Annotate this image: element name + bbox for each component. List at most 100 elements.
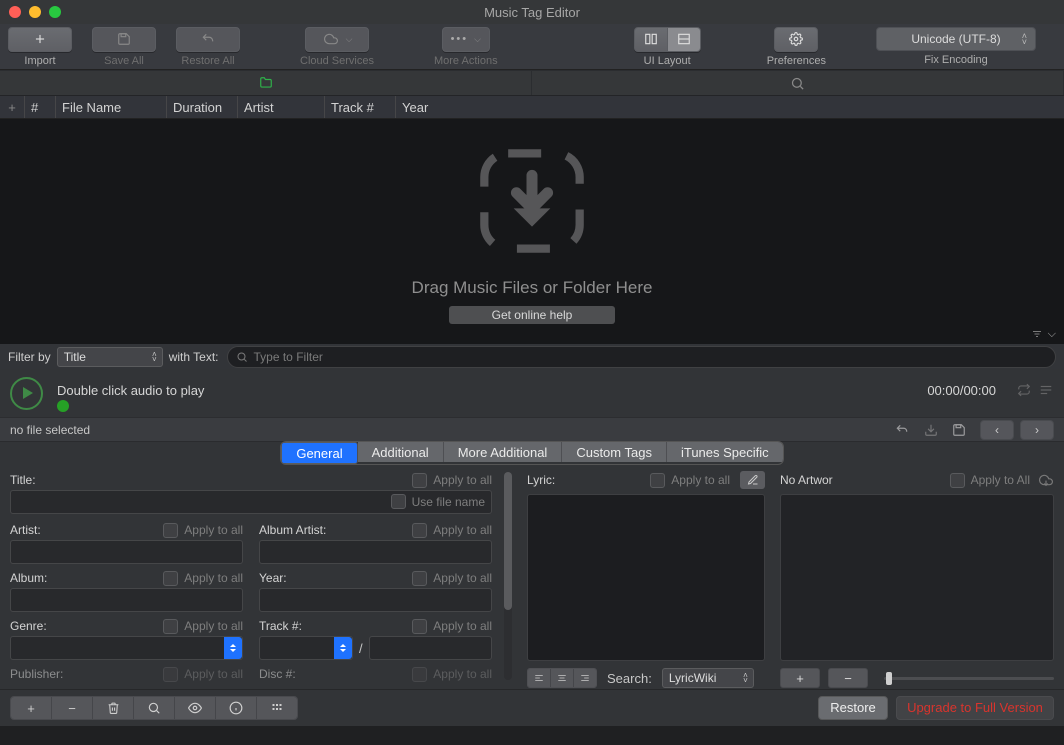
tab-general[interactable]: General <box>281 442 357 464</box>
year-apply-all-checkbox[interactable] <box>412 571 427 586</box>
magnify-button[interactable] <box>134 697 175 719</box>
disc-label: Disc #: <box>259 667 296 681</box>
general-form: Title: Apply to all Use file name Artist… <box>10 470 512 689</box>
filter-icon[interactable] <box>1030 328 1044 341</box>
chevron-updown-icon: ˄˅ <box>1022 33 1027 45</box>
player: Double click audio to play 00:00/00:00 <box>0 369 1064 417</box>
col-num[interactable]: # <box>25 96 56 118</box>
align-center-button[interactable] <box>551 669 574 687</box>
trash-button[interactable] <box>93 697 134 719</box>
track-number-combo-button[interactable] <box>334 637 352 659</box>
filter-bar: Filter by Title ˄˅ with Text: Type to Fi… <box>0 344 1064 369</box>
artwork-drop-zone[interactable] <box>780 494 1054 661</box>
preferences-button[interactable] <box>774 27 818 52</box>
track-apply-all-checkbox[interactable] <box>412 619 427 634</box>
album-input[interactable] <box>10 588 243 612</box>
get-online-help-button[interactable]: Get online help <box>449 306 615 324</box>
year-label: Year: <box>259 571 287 585</box>
lyric-label: Lyric: <box>527 473 555 487</box>
preferences-label: Preferences <box>767 55 826 67</box>
grid-button[interactable] <box>257 697 297 719</box>
use-file-name-checkbox[interactable] <box>391 494 406 509</box>
title-label: Title: <box>10 473 36 487</box>
col-artist[interactable]: Artist <box>238 96 325 118</box>
tab-itunes-specific[interactable]: iTunes Specific <box>667 442 783 462</box>
album-artist-apply-all-checkbox[interactable] <box>412 523 427 538</box>
reveal-button[interactable] <box>175 697 216 719</box>
play-button[interactable] <box>10 377 43 410</box>
download-icon <box>477 146 587 256</box>
track-total-input[interactable] <box>369 636 492 660</box>
lyric-edit-button[interactable] <box>740 471 765 489</box>
playlist-icon[interactable] <box>1038 383 1054 397</box>
year-input[interactable] <box>259 588 492 612</box>
tab-additional[interactable]: Additional <box>358 442 444 462</box>
form-scrollbar[interactable] <box>504 472 512 680</box>
slider-knob[interactable] <box>886 672 892 685</box>
col-duration[interactable]: Duration <box>167 96 238 118</box>
layout-columns-button[interactable] <box>634 27 668 52</box>
title-input[interactable]: Use file name <box>10 490 492 514</box>
artist-input[interactable] <box>10 540 243 564</box>
column-headers: + # File Name Duration Artist Track # Ye… <box>0 96 1064 119</box>
col-track[interactable]: Track # <box>325 96 396 118</box>
album-apply-all-checkbox[interactable] <box>163 571 178 586</box>
align-left-button[interactable] <box>528 669 551 687</box>
align-right-button[interactable] <box>574 669 596 687</box>
remove-file-button[interactable]: − <box>52 697 93 719</box>
prev-button[interactable]: ‹ <box>980 420 1014 440</box>
filter-field-select[interactable]: Title ˄˅ <box>57 347 163 367</box>
genre-apply-all-checkbox[interactable] <box>163 619 178 634</box>
info-button[interactable] <box>216 697 257 719</box>
genre-combo[interactable] <box>10 636 243 660</box>
save-item-icon[interactable] <box>952 423 966 437</box>
track-number-combo[interactable] <box>259 636 353 660</box>
restore-button[interactable]: Restore <box>818 696 888 720</box>
undo-icon[interactable] <box>894 423 910 437</box>
player-track-knob[interactable] <box>57 400 69 412</box>
bottom-left-segment: + − <box>10 696 298 720</box>
folder-tab-button[interactable] <box>0 71 532 95</box>
col-year[interactable]: Year <box>396 96 1064 118</box>
artwork-apply-all-checkbox[interactable] <box>950 473 965 488</box>
import-button[interactable] <box>8 27 72 52</box>
add-column-button[interactable]: + <box>0 96 25 118</box>
next-button[interactable]: › <box>1020 420 1054 440</box>
genre-combo-button[interactable] <box>224 637 242 659</box>
upgrade-button[interactable]: Upgrade to Full Version <box>896 696 1054 720</box>
artwork-zoom-slider[interactable] <box>884 677 1054 680</box>
disc-apply-all-checkbox[interactable] <box>412 667 427 682</box>
cloud-download-icon[interactable] <box>1038 473 1054 487</box>
scrollbar-thumb[interactable] <box>504 472 512 610</box>
repeat-icon[interactable] <box>1016 383 1032 397</box>
publisher-apply-all-checkbox[interactable] <box>163 667 178 682</box>
title-apply-all-checkbox[interactable] <box>412 473 427 488</box>
save-all-button[interactable] <box>92 27 156 52</box>
player-hint: Double click audio to play <box>57 383 204 398</box>
cloud-services-button[interactable]: ⌵ <box>305 27 369 52</box>
filter-input[interactable]: Type to Filter <box>227 346 1057 368</box>
tab-more-additional[interactable]: More Additional <box>444 442 563 462</box>
add-file-button[interactable]: + <box>11 697 52 719</box>
artwork-add-button[interactable]: + <box>780 668 820 688</box>
layout-split-button[interactable] <box>668 27 701 52</box>
album-artist-input[interactable] <box>259 540 492 564</box>
tab-custom-tags[interactable]: Custom Tags <box>562 442 667 462</box>
lyric-apply-all-label: Apply to all <box>671 473 730 487</box>
restore-all-button[interactable] <box>176 27 240 52</box>
chevron-down-icon[interactable]: ⌵ <box>1048 328 1056 341</box>
restore-all-label: Restore All <box>181 55 234 67</box>
search-tab-button[interactable] <box>532 71 1064 95</box>
import-icon[interactable] <box>924 423 938 437</box>
more-actions-label: More Actions <box>434 55 498 67</box>
lyric-apply-all-checkbox[interactable] <box>650 473 665 488</box>
artwork-remove-button[interactable]: − <box>828 668 868 688</box>
lyric-textarea[interactable] <box>527 494 765 661</box>
drop-zone[interactable]: Drag Music Files or Folder Here Get onli… <box>0 119 1064 344</box>
artist-apply-all-checkbox[interactable] <box>163 523 178 538</box>
tab-bar: General Additional More Additional Custo… <box>0 442 1064 464</box>
more-actions-button[interactable]: ••• ⌵ <box>442 27 490 52</box>
encoding-select[interactable]: Unicode (UTF-8) ˄˅ <box>876 27 1036 51</box>
lyric-source-select[interactable]: LyricWiki˄˅ <box>662 668 754 688</box>
col-filename[interactable]: File Name <box>56 96 167 118</box>
